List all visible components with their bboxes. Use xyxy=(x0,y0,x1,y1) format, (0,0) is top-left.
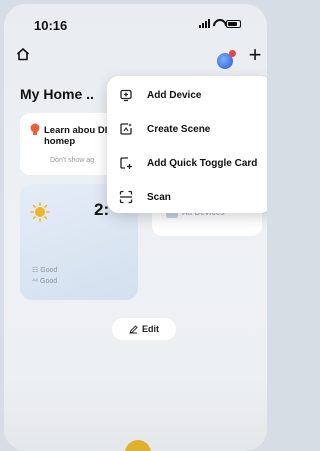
tip-dismiss-link[interactable]: Don't show ag xyxy=(50,157,94,164)
pencil-icon xyxy=(129,324,138,334)
status-icons xyxy=(199,19,241,28)
status-bar: 10:16 xyxy=(4,4,267,38)
air-quality-metric: ☷ Good xyxy=(32,266,57,274)
edit-button[interactable]: Edit xyxy=(112,318,176,340)
battery-icon xyxy=(226,19,241,28)
air-quality-value: Good xyxy=(40,267,58,274)
humidity-value: Good xyxy=(40,278,58,285)
edit-label: Edit xyxy=(142,324,159,334)
add-button[interactable]: + xyxy=(246,44,264,66)
lightbulb-icon xyxy=(30,123,40,137)
home-icon[interactable] xyxy=(16,47,30,61)
menu-item-label: Add Device xyxy=(147,89,202,101)
menu-item-create-scene[interactable]: Create Scene xyxy=(107,114,267,144)
signal-icon xyxy=(199,19,210,28)
quick-toggle-icon xyxy=(119,156,133,170)
sun-icon xyxy=(30,202,50,222)
menu-item-label: Add Quick Toggle Card xyxy=(147,157,258,169)
phone-screen: 10:16 + My Home .. Learn abou DIY homep … xyxy=(4,4,267,451)
humidity-metric: ⁴⁴ Good xyxy=(32,278,57,285)
menu-item-label: Scan xyxy=(147,191,171,203)
scan-icon xyxy=(119,190,133,204)
status-time: 10:16 xyxy=(34,18,68,33)
add-device-icon xyxy=(119,88,133,102)
humidity-icon: ⁴⁴ xyxy=(32,278,39,285)
menu-item-label: Create Scene xyxy=(147,123,211,135)
menu-item-add-quick-toggle-card[interactable]: Add Quick Toggle Card xyxy=(107,148,267,178)
assistant-icon[interactable] xyxy=(217,50,236,69)
air-quality-icon: ☷ xyxy=(32,267,39,274)
create-scene-icon xyxy=(119,122,133,136)
menu-item-add-device[interactable]: Add Device xyxy=(107,80,267,110)
menu-item-scan[interactable]: Scan xyxy=(107,182,267,212)
wifi-icon xyxy=(213,19,223,28)
add-menu-popup: Add Device Create Scene Add Quick Toggle… xyxy=(107,76,267,213)
home-title[interactable]: My Home .. xyxy=(20,86,94,102)
